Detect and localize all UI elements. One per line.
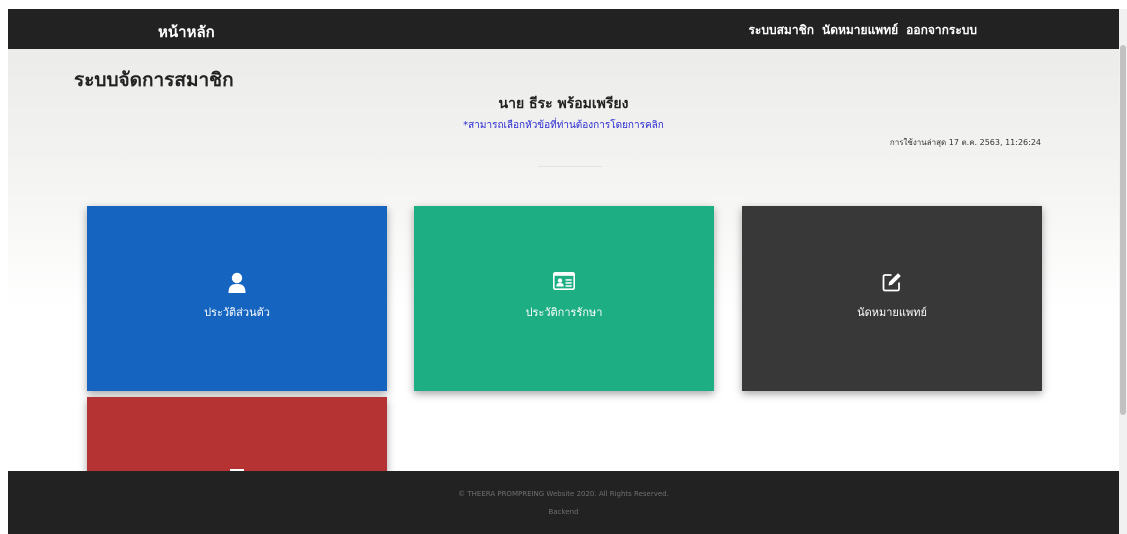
footer-backend-link[interactable]: Backend [8,508,1119,516]
navbar: หน้าหลัก ระบบสมาชิก นัดหมายแพทย์ ออกจากร… [8,9,1119,49]
card-label: ประวัติส่วนตัว [204,306,270,319]
card-treatment-history[interactable]: ประวัติการรักษา [414,206,714,391]
footer-copyright: © THEERA PROMPREING Website 2020. All Ri… [458,490,669,498]
member-name: นาย ธีระ พร้อมเพรียง [498,96,629,112]
nav-link-logout[interactable]: ออกจากระบบ [906,21,977,40]
nav-links: ระบบสมาชิก นัดหมายแพทย์ ออกจากระบบ [748,21,977,40]
nav-link-member-system[interactable]: ระบบสมาชิก [748,21,814,40]
nav-brand-home[interactable]: หน้าหลัก [158,20,215,44]
instruction-hint: *สามารถเลือกหัวข้อที่ท่านต้องการโดยการคล… [463,120,664,131]
scrollbar-thumb[interactable] [1120,45,1126,415]
card-doctor-appointment[interactable]: นัดหมายแพทย์ [742,206,1042,391]
card-label: นัดหมายแพทย์ [857,306,927,319]
user-icon [87,272,387,294]
page-frame: หน้าหลัก ระบบสมาชิก นัดหมายแพทย์ ออกจากร… [8,9,1119,534]
nav-link-doctor-appointment[interactable]: นัดหมายแพทย์ [822,21,898,40]
card-personal-history[interactable]: ประวัติส่วนตัว [87,206,387,391]
divider [538,166,602,167]
id-card-icon [414,272,714,290]
last-login-timestamp: การใช้งานล่าสุด 17 ต.ค. 2563, 11:26:24 [889,138,1041,147]
page-title: ระบบจัดการสมาชิก [74,69,234,91]
card-label: ประวัติการรักษา [525,306,603,319]
edit-icon [742,272,1042,292]
scrollbar[interactable] [1119,9,1127,534]
footer: © THEERA PROMPREING Website 2020. All Ri… [8,471,1119,534]
